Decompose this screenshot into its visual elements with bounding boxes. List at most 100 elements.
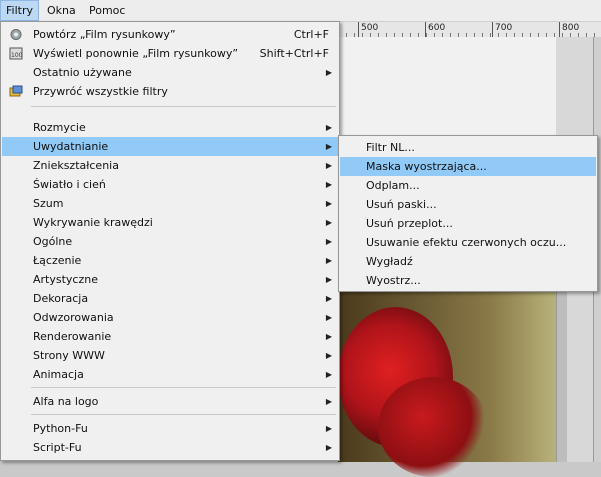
menu-item-label: Alfa na logo xyxy=(33,395,99,408)
menu-item-light-shadow[interactable]: Światło i cień ▶ xyxy=(2,175,338,194)
submenu-arrow-icon: ▶ xyxy=(325,313,332,322)
menu-item-label: Rozmycie xyxy=(33,121,86,134)
menu-item-label: Script-Fu xyxy=(33,441,82,454)
menu-item-label: Zniekształcenia xyxy=(33,159,119,172)
filters-menu: Powtórz „Film rysunkowy” Ctrl+F 100 Wyśw… xyxy=(0,21,340,461)
menu-item-label: Szum xyxy=(33,197,64,210)
menu-item-reshow-filter[interactable]: 100 Wyświetl ponownie „Film rysunkowy” S… xyxy=(2,44,338,63)
submenu-arrow-icon: ▶ xyxy=(325,199,332,208)
menubar: Filtry Okna Pomoc xyxy=(0,0,601,22)
menu-item-label: Usuń paski... xyxy=(366,198,437,211)
menu-item-deinterlace[interactable]: Usuń przeplot... xyxy=(340,214,596,233)
submenu-arrow-icon: ▶ xyxy=(325,68,332,77)
menu-item-decor[interactable]: Dekoracja ▶ xyxy=(2,289,338,308)
enhance-submenu: Filtr NL... Maska wyostrzająca... Odplam… xyxy=(338,135,598,292)
menu-item-label: Odplam... xyxy=(366,179,420,192)
menu-item-render[interactable]: Renderowanie ▶ xyxy=(2,327,338,346)
menu-item-blur[interactable]: Rozmycie ▶ xyxy=(2,118,338,137)
submenu-arrow-icon: ▶ xyxy=(325,161,332,170)
submenu-arrow-icon: ▶ xyxy=(325,397,332,406)
menu-item-edge-detect[interactable]: Wykrywanie krawędzi ▶ xyxy=(2,213,338,232)
menu-item-despeckle[interactable]: Odplam... xyxy=(340,176,596,195)
rose-image-petal xyxy=(378,377,488,477)
menu-item-label: Ogólne xyxy=(33,235,73,248)
submenu-arrow-icon: ▶ xyxy=(325,424,332,433)
menu-item-generic[interactable]: Ogólne ▶ xyxy=(2,232,338,251)
menu-item-distorts[interactable]: Zniekształcenia ▶ xyxy=(2,156,338,175)
menu-item-artistic[interactable]: Artystyczne ▶ xyxy=(2,270,338,289)
menu-item-red-eye-removal[interactable]: Usuwanie efektu czerwonych oczu... xyxy=(340,233,596,252)
menu-item-repeat-filter[interactable]: Powtórz „Film rysunkowy” Ctrl+F xyxy=(2,25,338,44)
menu-filtry-label: Filtry xyxy=(6,4,33,17)
menu-item-label: Usuwanie efektu czerwonych oczu... xyxy=(366,236,567,249)
ruler-label: 800 xyxy=(562,23,580,33)
horizontal-ruler: 500 600 700 800 xyxy=(338,21,601,38)
vertical-scrollbar[interactable] xyxy=(556,290,567,462)
submenu-arrow-icon: ▶ xyxy=(325,218,332,227)
menu-item-label: Odwzorowania xyxy=(33,311,114,324)
menu-item-web[interactable]: Strony WWW ▶ xyxy=(2,346,338,365)
menu-separator xyxy=(31,387,336,388)
menu-item-script-fu[interactable]: Script-Fu ▶ xyxy=(2,438,338,457)
menu-item-label: Usuń przeplot... xyxy=(366,217,453,230)
menu-item-antialias[interactable]: Wygładź xyxy=(340,252,596,271)
ruler-major-tick xyxy=(358,21,359,37)
menu-pomoc[interactable]: Pomoc xyxy=(84,0,130,21)
submenu-arrow-icon: ▶ xyxy=(325,351,332,360)
ruler-major-tick xyxy=(492,21,493,37)
menu-item-label: Filtr NL... xyxy=(366,141,415,154)
menu-item-map[interactable]: Odwzorowania ▶ xyxy=(2,308,338,327)
reshow-filter-icon: 100 xyxy=(9,47,23,60)
menu-okna[interactable]: Okna xyxy=(42,0,81,21)
menu-item-label: Python-Fu xyxy=(33,422,88,435)
ruler-label: 500 xyxy=(361,23,379,33)
ruler-label: 700 xyxy=(495,23,513,33)
submenu-arrow-icon: ▶ xyxy=(325,332,332,341)
menu-pomoc-label: Pomoc xyxy=(89,4,126,17)
menu-item-recently-used[interactable]: Ostatnio używane ▶ xyxy=(2,63,338,82)
menu-item-noise[interactable]: Szum ▶ xyxy=(2,194,338,213)
menu-item-alpha-to-logo[interactable]: Alfa na logo ▶ xyxy=(2,392,338,411)
submenu-arrow-icon: ▶ xyxy=(325,180,332,189)
menu-item-label: Wykrywanie krawędzi xyxy=(33,216,153,229)
menu-item-destripe[interactable]: Usuń paski... xyxy=(340,195,596,214)
menu-filtry[interactable]: Filtry xyxy=(0,0,39,21)
menu-item-python-fu[interactable]: Python-Fu ▶ xyxy=(2,419,338,438)
menu-item-label: Renderowanie xyxy=(33,330,112,343)
menu-item-combine[interactable]: Łączenie ▶ xyxy=(2,251,338,270)
menu-item-label: Wyświetl ponownie „Film rysunkowy” xyxy=(33,47,239,60)
submenu-arrow-icon: ▶ xyxy=(325,294,332,303)
submenu-arrow-icon: ▶ xyxy=(325,275,332,284)
submenu-arrow-icon: ▶ xyxy=(325,370,332,379)
menu-item-label: Przywróć wszystkie filtry xyxy=(33,85,168,98)
menu-item-label: Dekoracja xyxy=(33,292,89,305)
menu-item-enhance[interactable]: Uwydatnianie ▶ xyxy=(2,137,338,156)
shortcut-label: Ctrl+F xyxy=(293,28,329,41)
menu-separator xyxy=(31,106,336,107)
menu-item-nl-filter[interactable]: Filtr NL... xyxy=(340,138,596,157)
menu-okna-label: Okna xyxy=(47,4,76,17)
menu-item-label: Uwydatnianie xyxy=(33,140,109,153)
ruler-major-tick xyxy=(425,21,426,37)
ruler-label: 600 xyxy=(428,23,446,33)
ruler-major-tick xyxy=(559,21,560,37)
submenu-arrow-icon: ▶ xyxy=(325,256,332,265)
menu-item-sharpen[interactable]: Wyostrz... xyxy=(340,271,596,290)
svg-text:100: 100 xyxy=(11,52,23,59)
menu-item-label: Animacja xyxy=(33,368,84,381)
menu-item-animation[interactable]: Animacja ▶ xyxy=(2,365,338,384)
menu-item-unsharp-mask[interactable]: Maska wyostrzająca... xyxy=(340,157,596,176)
menu-item-label: Wyostrz... xyxy=(366,274,421,287)
menu-item-label: Powtórz „Film rysunkowy” xyxy=(33,28,176,41)
menu-separator xyxy=(31,414,336,415)
menu-item-label: Światło i cień xyxy=(33,178,106,191)
menu-item-label: Łączenie xyxy=(33,254,82,267)
menu-item-label: Strony WWW xyxy=(33,349,105,362)
submenu-arrow-icon: ▶ xyxy=(325,237,332,246)
menu-item-reset-filters[interactable]: Przywróć wszystkie filtry xyxy=(2,82,338,101)
menu-item-label: Artystyczne xyxy=(33,273,98,286)
shortcut-label: Shift+Ctrl+F xyxy=(259,47,329,60)
menu-item-label: Maska wyostrzająca... xyxy=(366,160,487,173)
repeat-filter-icon xyxy=(10,29,22,40)
reset-filters-icon xyxy=(9,85,23,97)
